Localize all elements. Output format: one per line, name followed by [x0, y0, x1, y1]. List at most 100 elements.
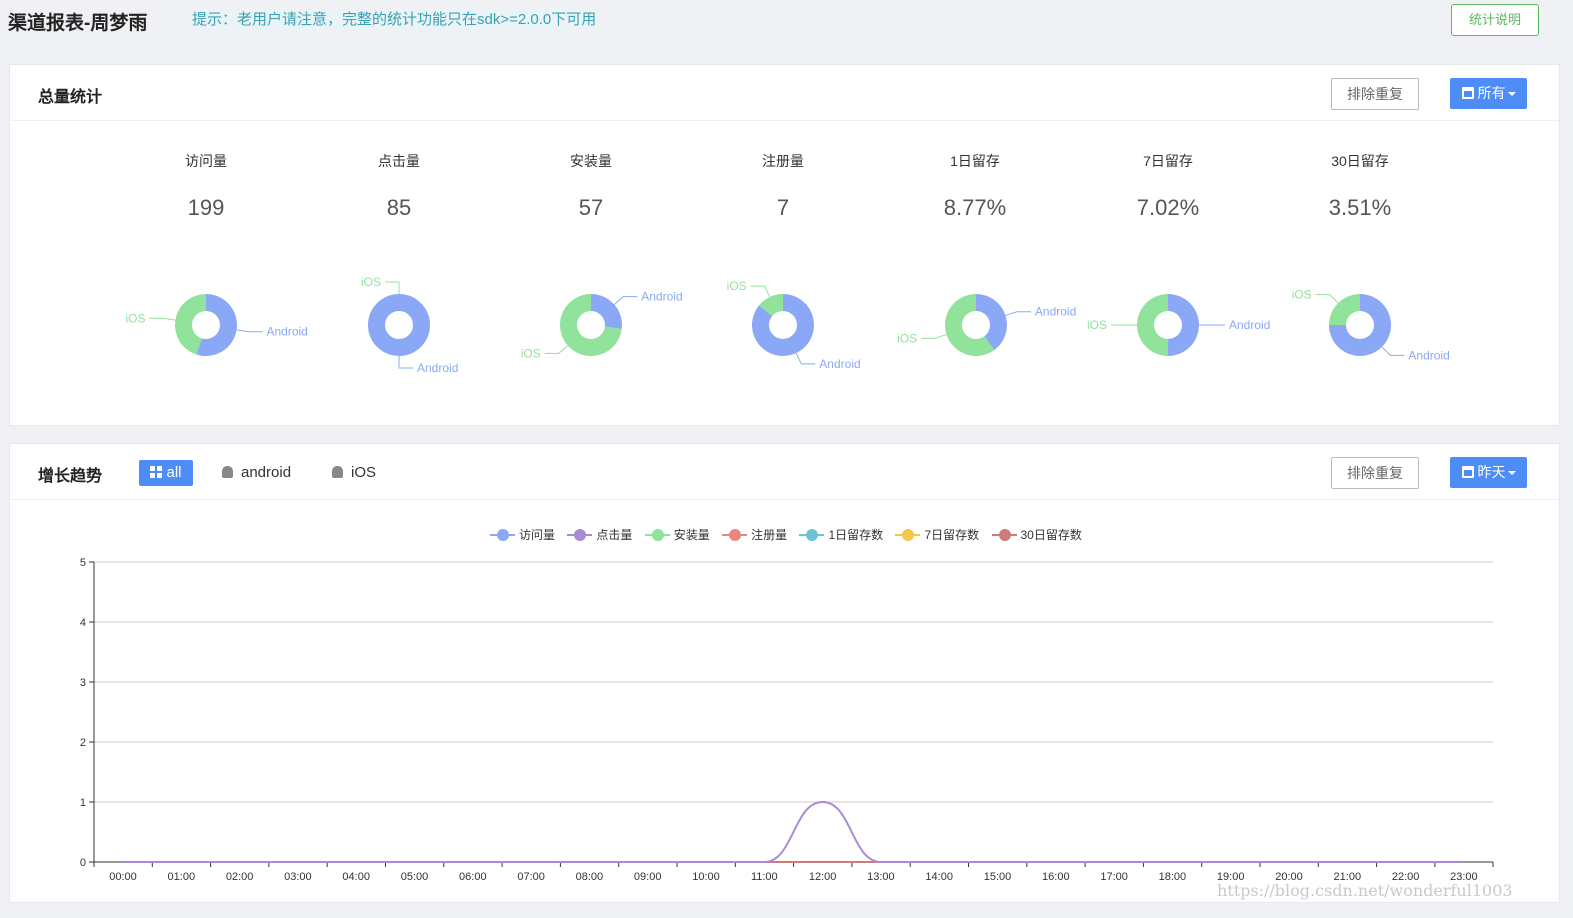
donut-leader-line: [921, 334, 947, 339]
x-tick-label: 16:00: [1042, 871, 1070, 883]
platform-share-donuts: Android iOS Android iOS Android iOS Android iOS…: [126, 275, 1450, 375]
donut-chart: Android iOS: [727, 279, 861, 371]
stat-installs: 安装量 57: [516, 151, 666, 221]
donut-leader-line: [795, 352, 816, 365]
y-tick-label: 3: [80, 677, 86, 689]
stat-label: 30日留存: [1331, 153, 1389, 169]
donut-label-android: Android: [266, 325, 307, 339]
stat-value: 57: [578, 195, 604, 220]
stat-value: 8.77%: [943, 195, 1007, 220]
donut-label-ios: iOS: [126, 311, 146, 325]
donut-chart: Android iOS: [897, 294, 1076, 356]
stats-help-button[interactable]: 统计说明: [1451, 4, 1539, 36]
stat-value: 7: [776, 195, 790, 220]
y-tick-label: 5: [80, 557, 86, 569]
top-bar: 渠道报表-周梦雨 提示：老用户请注意，完整的统计功能只在sdk>=2.0.0下可…: [0, 0, 1573, 44]
donut-leader-line: [544, 345, 569, 354]
donut-label-android: Android: [1035, 305, 1076, 319]
donut-leader-line: [385, 281, 400, 294]
donut-label-ios: iOS: [361, 275, 381, 289]
sdk-notice: 提示：老用户请注意，完整的统计功能只在sdk>=2.0.0下可用: [190, 10, 599, 30]
summary-panel-header: 总量统计 排除重复 所有: [10, 65, 1559, 121]
stat-label: 注册量: [762, 153, 804, 169]
stat-retention-1d: 1日留存 8.77%: [900, 151, 1050, 221]
donut-leader-line: [613, 296, 638, 305]
x-tick-label: 11:00: [751, 871, 778, 883]
series-line: [123, 800, 1464, 863]
donut-leader-line: [149, 317, 176, 321]
stat-retention-30d: 30日留存 3.51%: [1285, 151, 1435, 221]
donut-chart: Android iOS: [361, 275, 458, 375]
x-tick-label: 10:00: [692, 871, 720, 883]
donut-slice-android: [591, 294, 622, 329]
stat-value: 7.02%: [1136, 195, 1200, 220]
donut-chart: Android iOS: [1087, 294, 1270, 356]
donut-chart: Android iOS: [1292, 288, 1450, 363]
stat-registrations: 注册量 7: [708, 151, 858, 221]
x-tick-label: 13:00: [867, 871, 895, 883]
x-tick-label: 08:00: [576, 871, 604, 883]
y-tick-label: 0: [80, 857, 86, 869]
summary-range-dropdown[interactable]: 所有: [1450, 78, 1527, 109]
stat-label: 7日留存: [1143, 153, 1193, 169]
stat-label: 点击量: [378, 153, 420, 169]
y-tick-label: 1: [80, 797, 86, 809]
y-tick-label: 2: [80, 737, 86, 749]
donut-label-android: Android: [819, 357, 860, 371]
donut-label-ios: iOS: [1087, 318, 1107, 332]
donut-leader-line: [1381, 346, 1405, 356]
donut-label-ios: iOS: [727, 279, 747, 293]
summary-range-label: 所有: [1477, 85, 1506, 101]
x-tick-label: 05:00: [401, 871, 429, 883]
y-tick-label: 4: [80, 617, 86, 629]
stat-value: 85: [386, 195, 412, 220]
donut-leader-line: [398, 356, 413, 369]
stat-retention-7d: 7日留存 7.02%: [1093, 151, 1243, 221]
x-tick-label: 01:00: [168, 871, 196, 883]
donut-slice-android: [1168, 294, 1199, 356]
stat-label: 安装量: [570, 153, 612, 169]
stat-clicks: 点击量 85: [324, 151, 474, 221]
trend-panel: 增长趋势 all android iOS 排除重复 昨天 访问量 点击量 安装量…: [9, 443, 1560, 903]
donut-label-android: Android: [417, 361, 458, 375]
trend-line-chart: 0 1 2 3 4 5 00:00 01:00 02:00 03:00 04:00 05:00 06:0…: [80, 557, 1494, 883]
x-tick-label: 06:00: [459, 871, 487, 883]
x-tick-label: 04:00: [342, 871, 370, 883]
donut-label-ios: iOS: [521, 346, 541, 360]
stat-label: 访问量: [185, 153, 227, 169]
x-tick-label: 07:00: [517, 871, 545, 883]
caret-down-icon: [1507, 92, 1516, 96]
donut-chart: Android iOS: [521, 290, 683, 361]
x-tick-label: 15:00: [984, 871, 1012, 883]
donut-slice-android: [368, 294, 430, 356]
x-tick-label: 12:00: [809, 871, 837, 883]
donut-slice-ios: [1137, 294, 1168, 356]
donut-label-android: Android: [1408, 348, 1449, 362]
summary-panel: 总量统计 排除重复 所有 访问量 199 点击量 85 安装量 57 注册量 7…: [9, 64, 1560, 426]
stat-value: 199: [187, 195, 225, 220]
x-tick-label: 02:00: [226, 871, 254, 883]
donut-leader-line: [750, 285, 771, 298]
stat-visits: 访问量 199: [131, 151, 281, 221]
donut-leader-line: [1315, 294, 1339, 304]
donut-chart: Android iOS: [126, 294, 308, 356]
donut-leader-line: [1005, 311, 1031, 316]
x-tick-label: 18:00: [1159, 871, 1187, 883]
stat-label: 1日留存: [950, 153, 1000, 169]
donut-label-android: Android: [641, 290, 682, 304]
donut-leader-line: [236, 329, 263, 333]
donut-label-ios: iOS: [897, 331, 917, 345]
page-title: 渠道报表-周梦雨: [8, 13, 148, 34]
x-tick-label: 17:00: [1100, 871, 1128, 883]
x-tick-label: 09:00: [634, 871, 662, 883]
donut-label-ios: iOS: [1292, 288, 1312, 302]
x-tick-label: 03:00: [284, 871, 312, 883]
x-tick-label: 14:00: [925, 871, 953, 883]
donut-label-android: Android: [1229, 318, 1270, 332]
x-tick-label: 00:00: [109, 871, 137, 883]
summary-title: 总量统计: [38, 89, 103, 106]
stat-value: 3.51%: [1328, 195, 1392, 220]
summary-dedupe-button[interactable]: 排除重复: [1331, 78, 1419, 110]
watermark: https://blog.csdn.net/wonderful1003: [1217, 881, 1513, 900]
calendar-icon: [1461, 87, 1474, 99]
